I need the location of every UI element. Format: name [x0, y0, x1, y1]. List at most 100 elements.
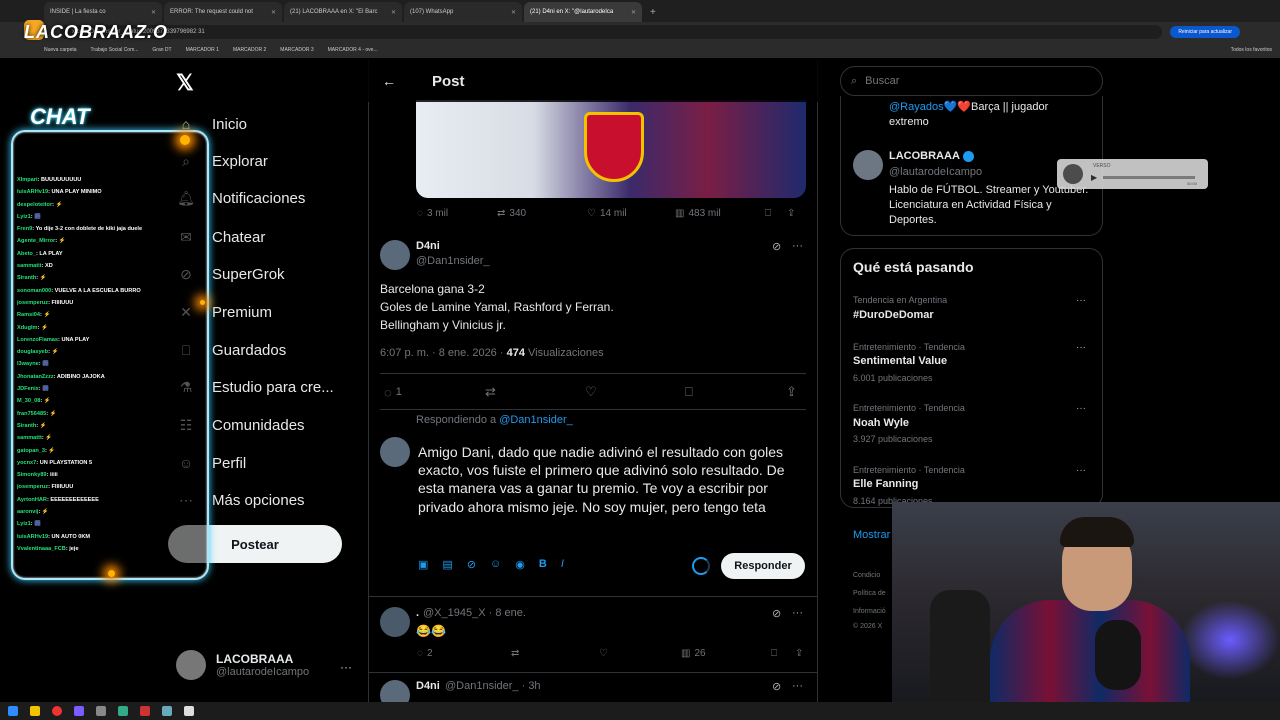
heart-icon[interactable]: ♡: [599, 648, 681, 659]
browser-tab[interactable]: ERROR: The request could not ✕: [164, 2, 282, 22]
reply-textarea[interactable]: Amigo Dani, dado que nadie adivinó el re…: [418, 443, 808, 516]
grok-icon[interactable]: ⊘: [772, 607, 781, 620]
retweet-action[interactable]: ⇄ 340: [497, 208, 587, 219]
tweet-author-handle[interactable]: @Dan1nsider_: [416, 255, 490, 267]
app-icon[interactable]: [74, 706, 84, 716]
trend-name[interactable]: Noah Wyle: [853, 417, 909, 429]
reply-action[interactable]: ◌ 1: [384, 385, 485, 400]
trend-context: Entretenimiento · Tendencia: [853, 342, 965, 352]
account-switcher[interactable]: LACOBRAAA @lautarodeIcampo: [176, 650, 309, 680]
reply-button[interactable]: Responder: [721, 553, 805, 579]
reply-action[interactable]: ◌ 2: [417, 648, 511, 659]
trend-name[interactable]: Sentimental Value: [853, 355, 947, 367]
more-icon[interactable]: ···: [340, 660, 352, 674]
reply-author-name[interactable]: D4ni: [416, 680, 440, 692]
bookmark-icon[interactable]: ⎕: [771, 648, 795, 659]
bookmark-item[interactable]: MARCADOR 1: [186, 47, 219, 53]
trend-count: 6.001 publicaciones: [853, 373, 933, 383]
url-field[interactable]: x.com/Dan1nsider_/status/200937133979698…: [60, 25, 1163, 39]
grok-icon[interactable]: ⊘: [772, 680, 781, 693]
more-icon[interactable]: ···: [792, 240, 803, 252]
new-tab-icon[interactable]: +: [644, 7, 662, 22]
gif-icon[interactable]: ▤: [442, 558, 452, 571]
bookmark-icon[interactable]: ⎕: [765, 208, 787, 219]
trend-name[interactable]: Elle Fanning: [853, 478, 918, 490]
views-action[interactable]: ▥ 26: [681, 648, 771, 659]
bookmark-item[interactable]: Trabajo Social Com...: [91, 47, 139, 53]
bookmark-item[interactable]: MARCADOR 3: [280, 47, 313, 53]
retweet-icon[interactable]: ⇄: [485, 384, 585, 400]
footer-link[interactable]: Política de: [853, 590, 886, 597]
app-icon[interactable]: [162, 706, 172, 716]
like-count: 14 mil: [599, 208, 627, 219]
card-user-name[interactable]: LACOBRAAA: [889, 150, 974, 162]
grok-icon[interactable]: ⊘: [772, 240, 781, 253]
app-icon[interactable]: [118, 706, 128, 716]
more-icon[interactable]: ···: [792, 680, 803, 692]
close-icon[interactable]: ✕: [391, 9, 396, 16]
replying-handle[interactable]: @Dan1nsider_: [499, 414, 573, 426]
share-icon[interactable]: ⇪: [795, 648, 803, 659]
footer-link[interactable]: Condicio: [853, 572, 880, 579]
italic-icon[interactable]: I: [561, 558, 564, 571]
browser-tab[interactable]: (107) WhatsApp ✕: [404, 2, 522, 22]
more-icon[interactable]: ···: [1076, 403, 1086, 414]
avatar[interactable]: [853, 150, 883, 180]
heart-icon[interactable]: ♡: [585, 384, 685, 400]
app-icon[interactable]: [184, 706, 194, 716]
reply-author-handle[interactable]: @Dan1nsider_ · 3h: [445, 680, 541, 692]
search-input[interactable]: ⌕ Buscar: [840, 66, 1103, 96]
bookmark-item[interactable]: Nueva carpeta: [44, 47, 77, 53]
app-icon[interactable]: [140, 706, 150, 716]
close-icon[interactable]: ✕: [511, 9, 516, 16]
play-icon[interactable]: ▶: [1091, 173, 1097, 182]
avatar[interactable]: [380, 240, 410, 270]
share-icon[interactable]: ⇪: [787, 208, 795, 219]
start-icon[interactable]: [8, 706, 18, 716]
chat-username: douglasyeb: [17, 349, 49, 356]
share-icon[interactable]: ⇪: [786, 384, 797, 400]
bio-mention[interactable]: @Rayados: [889, 101, 944, 113]
tweet-time[interactable]: 6:07 p. m. · 8 ene. 2026 ·: [380, 347, 507, 359]
footer-link[interactable]: Informació: [853, 608, 886, 615]
image-icon[interactable]: ▣: [418, 558, 428, 571]
bold-icon[interactable]: B: [539, 558, 547, 571]
retweet-icon[interactable]: ⇄: [511, 648, 599, 659]
browser-tab[interactable]: INSIDE | La fiesta co ✕: [44, 2, 162, 22]
update-button[interactable]: Reiniciar para actualizar: [1170, 26, 1240, 38]
chat-message: Xduglm: ⚡: [17, 322, 207, 334]
audio-progress[interactable]: [1103, 176, 1195, 179]
bookmark-item[interactable]: Gran DT: [152, 47, 171, 53]
views-action[interactable]: ▥ 483 mil: [675, 208, 765, 219]
avatar[interactable]: [380, 607, 410, 637]
more-icon[interactable]: ···: [1076, 465, 1086, 476]
all-bookmarks[interactable]: Todos los favoritos: [1231, 47, 1272, 53]
close-icon[interactable]: ✕: [271, 9, 276, 16]
like-action[interactable]: ♡ 14 mil: [587, 208, 675, 219]
grok-icon[interactable]: ⊘: [467, 558, 476, 571]
tweet-author-name[interactable]: D4ni: [416, 240, 440, 252]
browser-tab[interactable]: (21) LACOBRAAA en X: "El Barc ✕: [284, 2, 402, 22]
show-more-link[interactable]: Mostrar: [853, 529, 890, 541]
bookmark-item[interactable]: MARCADOR 2: [233, 47, 266, 53]
close-icon[interactable]: ✕: [151, 9, 156, 16]
card-user-handle[interactable]: @lautarodeIcampo: [889, 166, 982, 178]
close-icon[interactable]: ✕: [631, 9, 636, 16]
browser-tab-active[interactable]: (21) D4ni en X: "@lautarodeIca ✕: [524, 2, 642, 22]
bookmark-icon[interactable]: ⎕: [685, 384, 786, 400]
emoji-icon[interactable]: ☺: [490, 558, 501, 571]
reply-action[interactable]: ◌ 3 mil: [417, 208, 497, 219]
reply-author-name[interactable]: .: [416, 607, 419, 619]
reply-author-handle[interactable]: @X_1945_X · 8 ene.: [423, 607, 526, 619]
chrome-icon[interactable]: [52, 706, 62, 716]
more-icon[interactable]: ···: [792, 607, 803, 619]
folder-icon[interactable]: [30, 706, 40, 716]
more-icon[interactable]: ···: [1076, 295, 1086, 306]
location-icon[interactable]: ◉: [515, 558, 525, 571]
more-icon[interactable]: ···: [1076, 342, 1086, 353]
app-icon[interactable]: [96, 706, 106, 716]
bookmark-item[interactable]: MARCADOR 4 - ove...: [328, 47, 378, 53]
x-logo-icon[interactable]: 𝕏: [176, 70, 194, 96]
trend-name[interactable]: #DuroDeDomar: [853, 309, 934, 321]
back-arrow-icon[interactable]: ←: [382, 73, 396, 89]
